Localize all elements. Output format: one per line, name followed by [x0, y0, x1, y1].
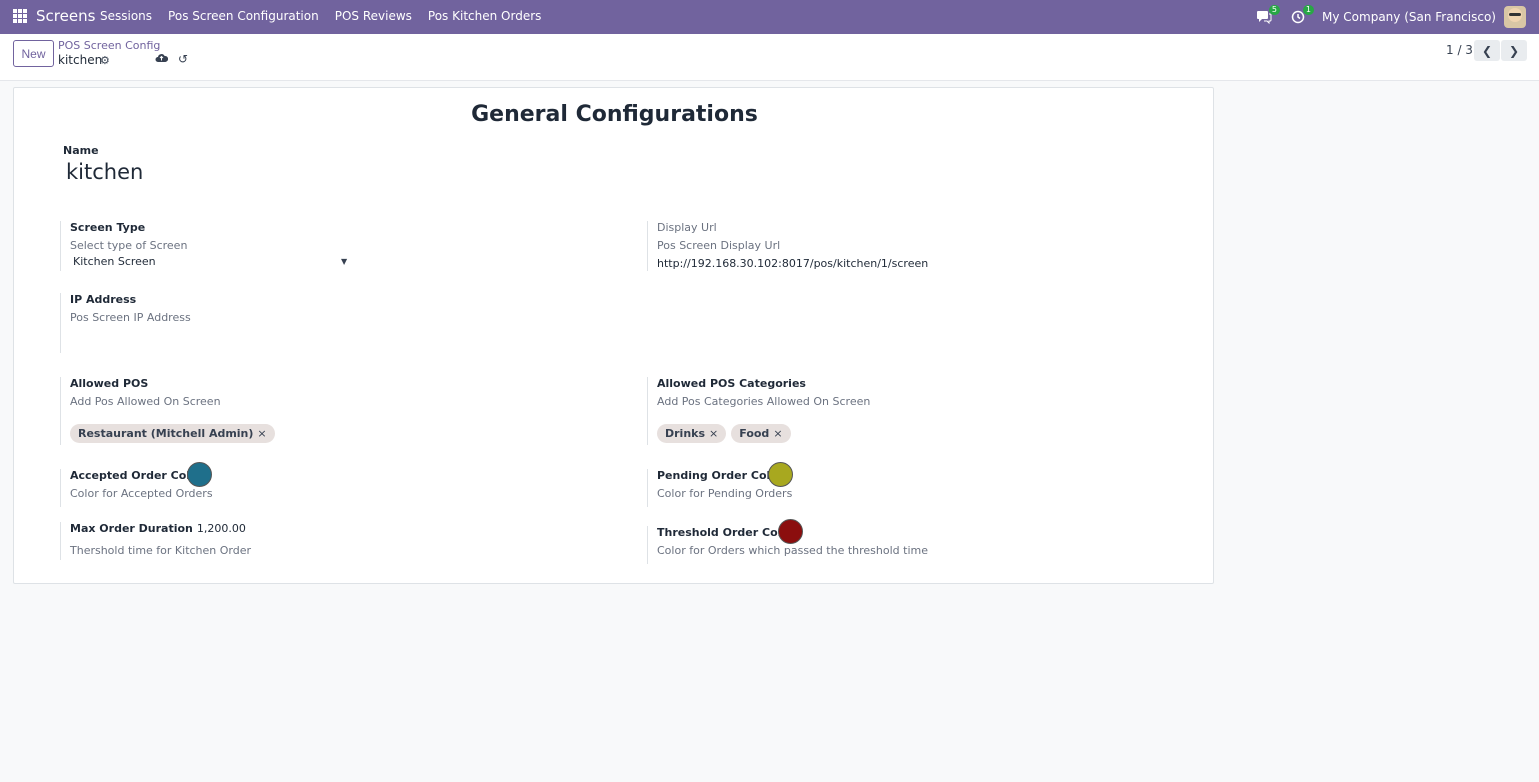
screen-type-label: Screen Type: [70, 221, 146, 234]
tag-drinks: Drinks ×: [657, 424, 727, 443]
form-title: General Configurations: [471, 102, 758, 127]
form-sheet: General Configurations Name kitchen Scre…: [13, 87, 1214, 584]
user-avatar[interactable]: [1504, 6, 1526, 28]
pending-color-swatch[interactable]: [768, 462, 793, 487]
allowed-pos-group: Allowed POS Add Pos Allowed On Screen Re…: [60, 377, 600, 445]
allowed-pos-help: Add Pos Allowed On Screen: [70, 395, 221, 408]
chevron-right-icon: ❯: [1508, 43, 1520, 58]
activities-badge: 1: [1302, 5, 1315, 15]
screen-type-select[interactable]: Kitchen Screen: [73, 255, 348, 268]
threshold-color-swatch[interactable]: [778, 519, 803, 544]
max-duration-label: Max Order Duration: [70, 522, 193, 535]
allowed-categories-help: Add Pos Categories Allowed On Screen: [657, 395, 871, 408]
menu-item-sessions[interactable]: Sessions: [100, 9, 152, 23]
tag-remove-icon[interactable]: ×: [773, 427, 782, 440]
allowed-pos-tags[interactable]: Restaurant (Mitchell Admin) ×: [70, 424, 600, 443]
max-duration-help: Thershold time for Kitchen Order: [70, 544, 252, 557]
activities-button[interactable]: 1: [1288, 5, 1315, 27]
display-url-label: Display Url: [657, 221, 717, 234]
allowed-pos-label: Allowed POS: [70, 377, 149, 390]
allowed-categories-label: Allowed POS Categories: [657, 377, 806, 390]
new-button[interactable]: New: [13, 40, 54, 67]
breadcrumb[interactable]: POS Screen Config: [58, 39, 160, 52]
allowed-categories-group: Allowed POS Categories Add Pos Categorie…: [647, 377, 1187, 445]
messages-badge: 5: [1268, 5, 1281, 15]
threshold-colors-help: Color for Orders which passed the thresh…: [657, 544, 928, 557]
pending-colors-label: Pending Order Colors: [657, 469, 790, 482]
company-switcher[interactable]: My Company (San Francisco): [1322, 10, 1496, 24]
threshold-colors-label: Threshold Order Colors: [657, 526, 801, 539]
ip-address-input[interactable]: [70, 324, 600, 342]
display-url-help: Pos Screen Display Url: [657, 239, 781, 252]
display-url-value: http://192.168.30.102:8017/pos/kitchen/1…: [657, 257, 929, 270]
app-name[interactable]: Screens: [36, 7, 95, 25]
accepted-colors-group: Accepted Order Colors Color for Accepted…: [60, 469, 600, 507]
display-url-group: Display Url Pos Screen Display Url http:…: [647, 221, 1187, 271]
chevron-left-icon: ❮: [1481, 43, 1493, 58]
menu-item-pos-screen-configuration[interactable]: Pos Screen Configuration: [168, 9, 319, 23]
discard-icon[interactable]: ↺: [178, 52, 188, 66]
accepted-color-swatch[interactable]: [187, 462, 212, 487]
top-navbar: Screens Sessions Pos Screen Configuratio…: [0, 0, 1539, 34]
allowed-categories-tags[interactable]: Drinks × Food ×: [657, 424, 1187, 443]
threshold-colors-group: Threshold Order Colors Color for Orders …: [647, 526, 1187, 564]
ip-address-help: Pos Screen IP Address: [70, 311, 191, 324]
pending-colors-help: Color for Pending Orders: [657, 487, 793, 500]
caret-down-icon[interactable]: ▼: [341, 257, 347, 266]
save-cloud-icon[interactable]: [155, 53, 169, 66]
screen-type-group: Screen Type Select type of Screen Kitche…: [60, 221, 600, 271]
menu-item-pos-kitchen-orders[interactable]: Pos Kitchen Orders: [428, 9, 541, 23]
max-duration-group: Max Order Duration 1,200.00 Thershold ti…: [60, 522, 600, 560]
main-menu: Sessions Pos Screen Configuration POS Re…: [100, 9, 557, 23]
tag-food: Food ×: [731, 424, 791, 443]
pager-value[interactable]: 1 / 3: [1446, 43, 1473, 57]
tag-remove-icon[interactable]: ×: [709, 427, 718, 440]
max-duration-input[interactable]: 1,200.00: [197, 522, 246, 535]
pending-colors-group: Pending Order Colors Color for Pending O…: [647, 469, 1187, 507]
pager-next-button[interactable]: ❯: [1501, 40, 1527, 61]
tag-remove-icon[interactable]: ×: [257, 427, 266, 440]
control-panel: New POS Screen Config kitchen ⚙ ↺ 1 / 3 …: [0, 34, 1539, 81]
ip-address-group: IP Address Pos Screen IP Address: [60, 293, 600, 353]
name-label: Name: [63, 144, 99, 157]
menu-item-pos-reviews[interactable]: POS Reviews: [335, 9, 412, 23]
ip-address-label: IP Address: [70, 293, 137, 306]
accepted-colors-label: Accepted Order Colors: [70, 469, 210, 482]
name-field[interactable]: kitchen: [66, 160, 143, 184]
accepted-colors-help: Color for Accepted Orders: [70, 487, 213, 500]
record-name: kitchen: [58, 53, 103, 67]
pager-previous-button[interactable]: ❮: [1474, 40, 1500, 61]
tag-restaurant: Restaurant (Mitchell Admin) ×: [70, 424, 275, 443]
screen-type-help: Select type of Screen: [70, 239, 188, 252]
gear-icon[interactable]: ⚙: [100, 54, 110, 67]
systray: 5 1 My Company (San Francisco): [1254, 0, 1539, 34]
apps-grid-icon[interactable]: [13, 9, 27, 23]
messages-button[interactable]: 5: [1254, 5, 1281, 27]
